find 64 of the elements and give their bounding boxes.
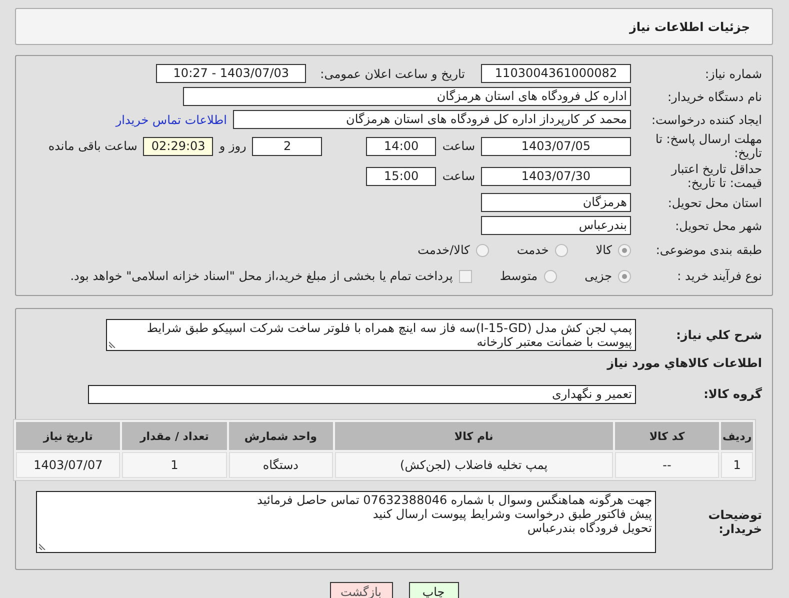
- field-label: ایجاد کننده درخواست:: [650, 112, 763, 126]
- buyer-contact-link[interactable]: اطلاعات تماس خریدار: [116, 112, 227, 126]
- radio-label: خدمت: [516, 243, 549, 257]
- reply-time-field: 14:00: [366, 136, 436, 156]
- validity-time-field: 15:00: [366, 166, 436, 186]
- announce-date-field: 1403/07/03 - 10:27: [156, 64, 306, 83]
- note-line: پیش فاکتور طبق درخواست وشرایط پیوست ارسال کنید: [372, 507, 652, 521]
- column-header: تعداد / مقدار: [122, 422, 227, 450]
- province-field: هرمزگان: [481, 193, 631, 212]
- reply-date-field: 1403/07/05: [481, 136, 631, 156]
- table-cell: 1: [122, 452, 227, 478]
- description-field[interactable]: پمپ لجن کش مدل (I-15-GD)سه فاز سه اینچ همراه با فلوتر ساخت شرکت اسپیکو طبق شرایط پیوست با ضمانت معتبر کارخانه: [106, 319, 636, 351]
- remaining-time-field: 02:29:03: [143, 136, 214, 156]
- radio-button[interactable]: [618, 270, 631, 282]
- note-line: جهت هرگونه هماهنگس وسوال با شماره 07632388046 تماس حاصل فرمائید: [256, 493, 652, 507]
- city-field: بندرعباس: [481, 216, 631, 235]
- field-label: توضیحات خریدار:: [707, 508, 763, 536]
- need-number-field: 1103004361000082: [481, 64, 631, 83]
- field-label: حداقل تاریخ اعتبار قیمت: تا تاریخ:: [670, 162, 763, 190]
- field-label: شرح کلي نياز:: [675, 328, 763, 342]
- table-cell: 1: [721, 452, 753, 478]
- goods-group-field: تعمیر و نگهداری: [88, 384, 636, 404]
- field-label: طبقه بندی موضوعی:: [654, 243, 763, 257]
- column-header: تاریخ نیاز: [16, 422, 120, 450]
- field-label: گروه کالا:: [702, 387, 763, 401]
- column-header: ردیف: [721, 422, 753, 450]
- radio-button[interactable]: [554, 244, 568, 256]
- column-header: نام کالا: [334, 422, 613, 450]
- field-label: نام دستگاه خریدار:: [666, 90, 763, 104]
- field-label: مهلت ارسال پاسخ: تا تاریخ:: [654, 132, 763, 160]
- radio-label: کالا: [596, 243, 612, 257]
- note-line: تحویل فرودگاه بندرعباس: [526, 521, 652, 535]
- table-cell: پمپ تخلیه فاضلاب (لجن‌کش): [334, 452, 613, 478]
- radio-button[interactable]: [476, 244, 489, 256]
- requester-field: محمد کر کارپرداز اداره کل فرودگاه های استان هرمزگان: [233, 110, 631, 129]
- field-label: ساعت: [442, 169, 475, 183]
- column-header: واحد شمارش: [228, 422, 333, 450]
- radio-button[interactable]: [618, 244, 631, 256]
- field-label: تاریخ و ساعت اعلان عمومی:: [320, 66, 465, 80]
- column-header: کد کالا: [614, 422, 720, 450]
- checkbox-label: پرداخت تمام یا بخشی از مبلغ خرید،از محل "اسناد خزانه اسلامی" خواهد بود.: [70, 269, 453, 283]
- field-label: ساعت باقی مانده: [48, 139, 138, 153]
- field-label: روز و: [219, 139, 246, 153]
- page-title: جزئیات اطلاعات نیاز: [629, 20, 750, 34]
- table-cell: دستگاه: [228, 452, 333, 478]
- resize-grip-icon[interactable]: [109, 340, 117, 348]
- table-cell: --: [614, 452, 720, 478]
- radio-label: کالا/خدمت: [418, 243, 470, 257]
- field-label: شماره نیاز:: [704, 66, 763, 80]
- field-label: استان محل تحویل:: [666, 196, 763, 210]
- buyer-org-field: اداره کل فرودگاه های استان هرمزگان: [183, 87, 631, 106]
- checkbox[interactable]: [458, 270, 472, 282]
- radio-label: جزیی: [584, 269, 612, 283]
- radio-label: متوسط: [500, 269, 538, 283]
- section-title: اطلاعات کالاهاي مورد نياز: [606, 356, 763, 370]
- resize-grip-icon[interactable]: [39, 542, 47, 550]
- table-cell: 1403/07/07: [16, 452, 120, 478]
- validity-date-field: 1403/07/30: [481, 166, 631, 186]
- days-field: 2: [252, 136, 322, 156]
- field-label: ساعت: [442, 139, 475, 153]
- buyer-notes-field[interactable]: جهت هرگونه هماهنگس وسوال با شماره 07632388046 تماس حاصل فرمائید پیش فاکتور طبق درخواست وشرایط پیوست ارسال کنید تحویل فرودگاه بندرعباس: [36, 491, 656, 553]
- field-label: نوع فرآیند خرید :: [676, 269, 763, 283]
- radio-button[interactable]: [544, 270, 557, 282]
- field-label: شهر محل تحویل:: [674, 218, 763, 232]
